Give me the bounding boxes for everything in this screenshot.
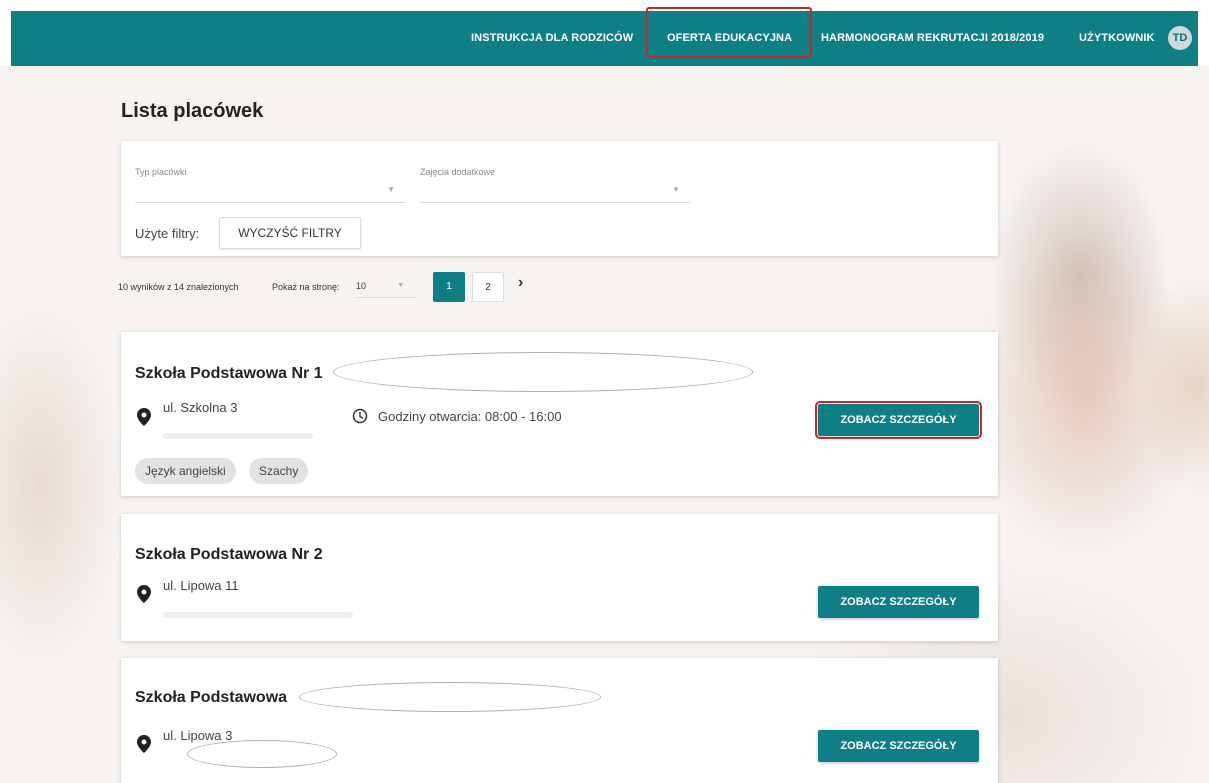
redacted-address-line [163,433,313,439]
per-page-select[interactable]: 10 ▼ [356,276,416,298]
chevron-down-icon: ▼ [387,185,395,194]
type-select-label: Typ placówki [135,167,187,177]
opening-hours: Godziny otwarcia: 08:00 - 16:00 [378,409,562,424]
location-pin-icon [137,408,151,426]
clear-filters-button[interactable]: WYCZYŚĆ FILTRY [219,217,361,249]
nav-active-highlight [646,7,812,58]
school-name: Szkoła Podstawowa [135,689,288,706]
school-address: ul. Lipowa 11 [163,578,239,593]
chevron-right-icon[interactable]: › [518,274,523,292]
extra-select-label: Zajęcia dodatkowe [420,167,496,177]
location-pin-icon [137,585,151,603]
tag-chip: Szachy [249,458,309,484]
page: INSTRUKCJA DLA RODZICÓW OFERTA EDUKACYJN… [0,0,1209,783]
school-name: Szkoła Podstawowa Nr 1 [135,365,323,382]
view-details-button[interactable]: ZOBACZ SZCZEGÓŁY [815,401,982,439]
results-count: 10 wyników z 14 znalezionych [118,282,239,292]
chevron-down-icon: ▼ [397,282,404,289]
view-details-button[interactable]: ZOBACZ SZCZEGÓŁY [818,586,979,618]
avatar[interactable]: TD [1168,26,1192,50]
extra-activities-select[interactable]: Zajęcia dodatkowe ▼ [420,165,690,203]
nav-instrukcja[interactable]: INSTRUKCJA DLA RODZICÓW [471,11,633,66]
type-select[interactable]: Typ placówki ▼ [135,165,405,203]
redacted-area [333,352,753,392]
school-card: Szkoła Podstawowa Nr 2 ul. Lipowa 11 ZOB… [121,514,998,641]
per-page-value: 10 [356,281,367,291]
redacted-address-line [163,612,353,618]
redacted-area [299,682,601,712]
filter-card: Typ placówki ▼ Zajęcia dodatkowe ▼ Użyte… [121,141,998,256]
school-card: Szkoła Podstawowa Nr 1 ul. Szkolna 3 God… [121,332,998,496]
redacted-area [187,740,337,768]
used-filters-label: Użyte filtry: [135,226,200,241]
location-pin-icon [137,735,151,753]
clock-icon [352,408,368,424]
nav-user-menu[interactable]: UŻYTKOWNIK [1079,11,1155,66]
page-button-1[interactable]: 1 [433,272,465,302]
chevron-down-icon: ▼ [672,185,680,194]
tag-chip: Język angielski [135,458,236,484]
view-details-button[interactable]: ZOBACZ SZCZEGÓŁY [818,730,979,762]
page-button-2[interactable]: 2 [472,272,504,302]
top-navbar: INSTRUKCJA DLA RODZICÓW OFERTA EDUKACYJN… [11,11,1198,66]
school-address: ul. Szkolna 3 [163,400,238,415]
school-name: Szkoła Podstawowa Nr 2 [135,546,323,563]
page-title: Lista placówek [121,100,264,122]
school-card: Szkoła Podstawowa ul. Lipowa 3 ZOBACZ SZ… [121,658,998,783]
per-page-label: Pokaż na stronę: [272,282,340,292]
school-address: ul. Lipowa 3 [163,728,233,743]
nav-harmonogram[interactable]: HARMONOGRAM REKRUTACJI 2018/2019 [821,11,1044,66]
